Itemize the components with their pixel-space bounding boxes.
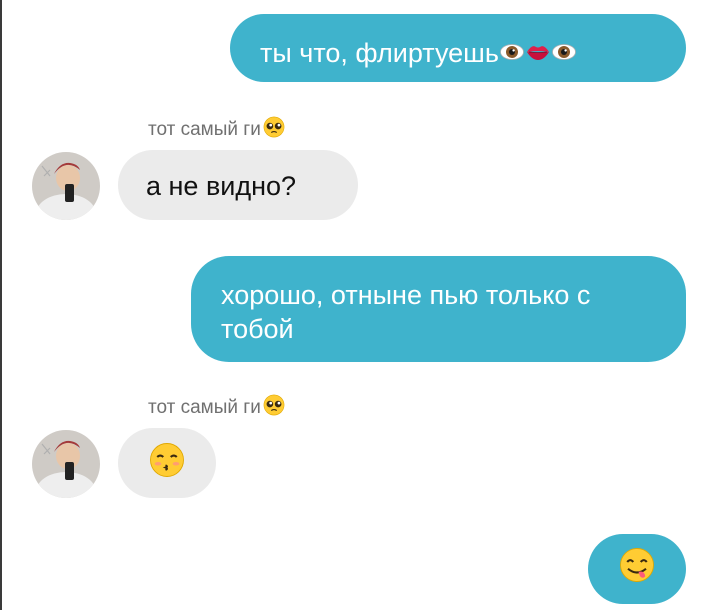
pleading-face-icon bbox=[263, 116, 285, 144]
outgoing-message[interactable]: хорошо, отныне пью только с тобой bbox=[191, 256, 686, 362]
sender-name-text: тот самый ги bbox=[148, 397, 261, 418]
outgoing-message[interactable]: ты что, флиртуешь bbox=[230, 14, 686, 82]
sender-name-text: тот самый ги bbox=[148, 119, 261, 140]
message-text: а не видно? bbox=[146, 171, 297, 201]
savoring-food-face-icon bbox=[619, 547, 655, 591]
eye-icon bbox=[551, 38, 577, 72]
sender-name: тот самый ги bbox=[148, 116, 285, 144]
eye-icon bbox=[499, 38, 525, 72]
message-text: хорошо, отныне пью только с тобой bbox=[221, 280, 591, 344]
avatar[interactable] bbox=[32, 430, 100, 498]
incoming-message[interactable]: а не видно? bbox=[118, 150, 358, 220]
left-edge-divider bbox=[0, 0, 2, 610]
kissing-face-icon bbox=[149, 441, 185, 485]
outgoing-message[interactable] bbox=[588, 534, 686, 604]
lips-icon bbox=[525, 38, 551, 72]
incoming-message[interactable] bbox=[118, 428, 216, 498]
message-text: ты что, флиртуешь bbox=[260, 38, 499, 68]
avatar[interactable] bbox=[32, 152, 100, 220]
pleading-face-icon bbox=[263, 394, 285, 422]
sender-name: тот самый ги bbox=[148, 394, 285, 422]
